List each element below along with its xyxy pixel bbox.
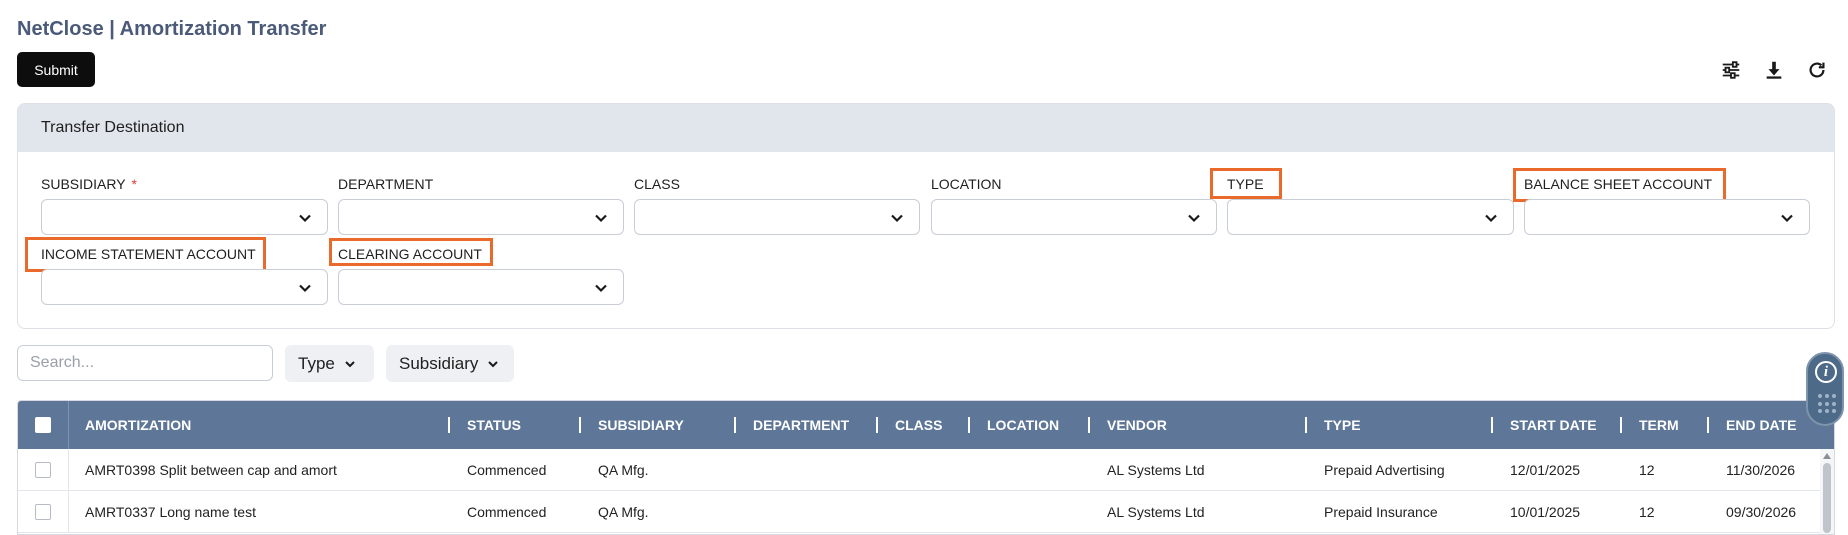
class-label: CLASS [634,176,680,192]
balance-sheet-account-label: BALANCE SHEET ACCOUNT [1524,176,1713,192]
department-select[interactable] [338,199,624,235]
chevron-down-icon [345,360,355,367]
cell-end-date: 09/30/2026 [1726,504,1797,520]
amortization-table: AMORTIZATION STATUS SUBSIDIARY DEPARTMEN… [17,400,1835,535]
col-status[interactable]: STATUS [467,401,521,449]
type-select[interactable] [1227,199,1514,235]
location-label: LOCATION [931,176,1002,192]
clearing-account-label: CLEARING ACCOUNT [338,246,482,262]
col-department[interactable]: DEPARTMENT [753,401,849,449]
panel-header: Transfer Destination [18,104,1834,152]
cell-term: 12 [1639,462,1655,478]
cell-start-date: 10/01/2025 [1510,504,1581,520]
col-location[interactable]: LOCATION [987,401,1059,449]
income-statement-account-select[interactable] [41,269,328,305]
scroll-up-icon[interactable] [1823,453,1831,459]
department-label: DEPARTMENT [338,176,434,192]
subsidiary-label: SUBSIDIARY * [41,176,137,192]
cell-type: Prepaid Insurance [1324,504,1438,520]
drag-handle-icon[interactable] [1818,394,1836,414]
class-select[interactable] [634,199,920,235]
chevron-down-icon [595,214,607,223]
chevron-down-icon [1781,214,1793,223]
header-divider [68,401,69,449]
col-class[interactable]: CLASS [895,401,942,449]
cell-status: Commenced [467,462,547,478]
balance-sheet-account-select[interactable] [1524,199,1810,235]
subsidiary-select[interactable] [41,199,328,235]
refresh-icon[interactable] [1805,58,1829,82]
chevron-down-icon [299,214,311,223]
cell-start-date: 12/01/2025 [1510,462,1581,478]
submit-button[interactable]: Submit [17,52,95,87]
income-statement-account-label: INCOME STATEMENT ACCOUNT [41,246,256,262]
table-row[interactable]: AMRT0337 Long name test Commenced QA Mfg… [18,491,1834,533]
download-icon[interactable] [1762,58,1786,82]
col-vendor[interactable]: VENDOR [1107,401,1167,449]
table-header: AMORTIZATION STATUS SUBSIDIARY DEPARTMEN… [18,401,1834,449]
row-checkbox[interactable] [35,504,51,520]
col-resize-handle[interactable] [734,417,736,433]
col-resize-handle[interactable] [1491,417,1493,433]
col-type[interactable]: TYPE [1324,401,1361,449]
type-label: TYPE [1227,176,1264,192]
cell-amortization: AMRT0398 Split between cap and amort [85,462,337,478]
chevron-down-icon [1188,214,1200,223]
chevron-down-icon [1485,214,1497,223]
type-filter-button[interactable]: Type [285,345,374,382]
col-resize-handle[interactable] [1620,417,1622,433]
location-select[interactable] [931,199,1217,235]
cell-status: Commenced [467,504,547,520]
col-resize-handle[interactable] [1707,417,1709,433]
col-resize-handle[interactable] [448,417,450,433]
table-row[interactable]: AMRT0398 Split between cap and amort Com… [18,449,1834,491]
subsidiary-filter-button[interactable]: Subsidiary [386,345,514,382]
clearing-account-select[interactable] [338,269,624,305]
col-resize-handle[interactable] [1088,417,1090,433]
col-term[interactable]: TERM [1639,401,1679,449]
select-all-checkbox[interactable] [35,417,51,433]
chevron-down-icon [595,284,607,293]
info-icon[interactable]: i [1815,361,1837,383]
subsidiary-filter-label: Subsidiary [399,353,479,373]
help-widget[interactable]: i [1806,352,1844,426]
chevron-down-icon [891,214,903,223]
col-resize-handle[interactable] [579,417,581,433]
col-end-date[interactable]: END DATE [1726,401,1797,449]
col-start-date[interactable]: START DATE [1510,401,1597,449]
cell-subsidiary: QA Mfg. [598,504,649,520]
table-scrollbar[interactable] [1820,449,1834,534]
row-divider [68,449,69,491]
chevron-down-icon [299,284,311,293]
cell-vendor: AL Systems Ltd [1107,504,1205,520]
col-resize-handle[interactable] [968,417,970,433]
scroll-thumb[interactable] [1823,463,1831,533]
cell-subsidiary: QA Mfg. [598,462,649,478]
type-filter-label: Type [298,353,335,373]
cell-term: 12 [1639,504,1655,520]
row-divider [68,491,69,533]
row-checkbox[interactable] [35,462,51,478]
cell-end-date: 11/30/2026 [1726,462,1796,478]
search-input[interactable] [17,345,273,381]
cell-vendor: AL Systems Ltd [1107,462,1205,478]
page-title: NetClose | Amortization Transfer [17,18,327,40]
col-resize-handle[interactable] [876,417,878,433]
cell-amortization: AMRT0337 Long name test [85,504,256,520]
col-resize-handle[interactable] [1305,417,1307,433]
cell-type: Prepaid Advertising [1324,462,1445,478]
col-subsidiary[interactable]: SUBSIDIARY [598,401,684,449]
sliders-icon[interactable] [1719,58,1743,82]
col-amortization[interactable]: AMORTIZATION [85,401,191,449]
chevron-down-icon [488,360,499,367]
